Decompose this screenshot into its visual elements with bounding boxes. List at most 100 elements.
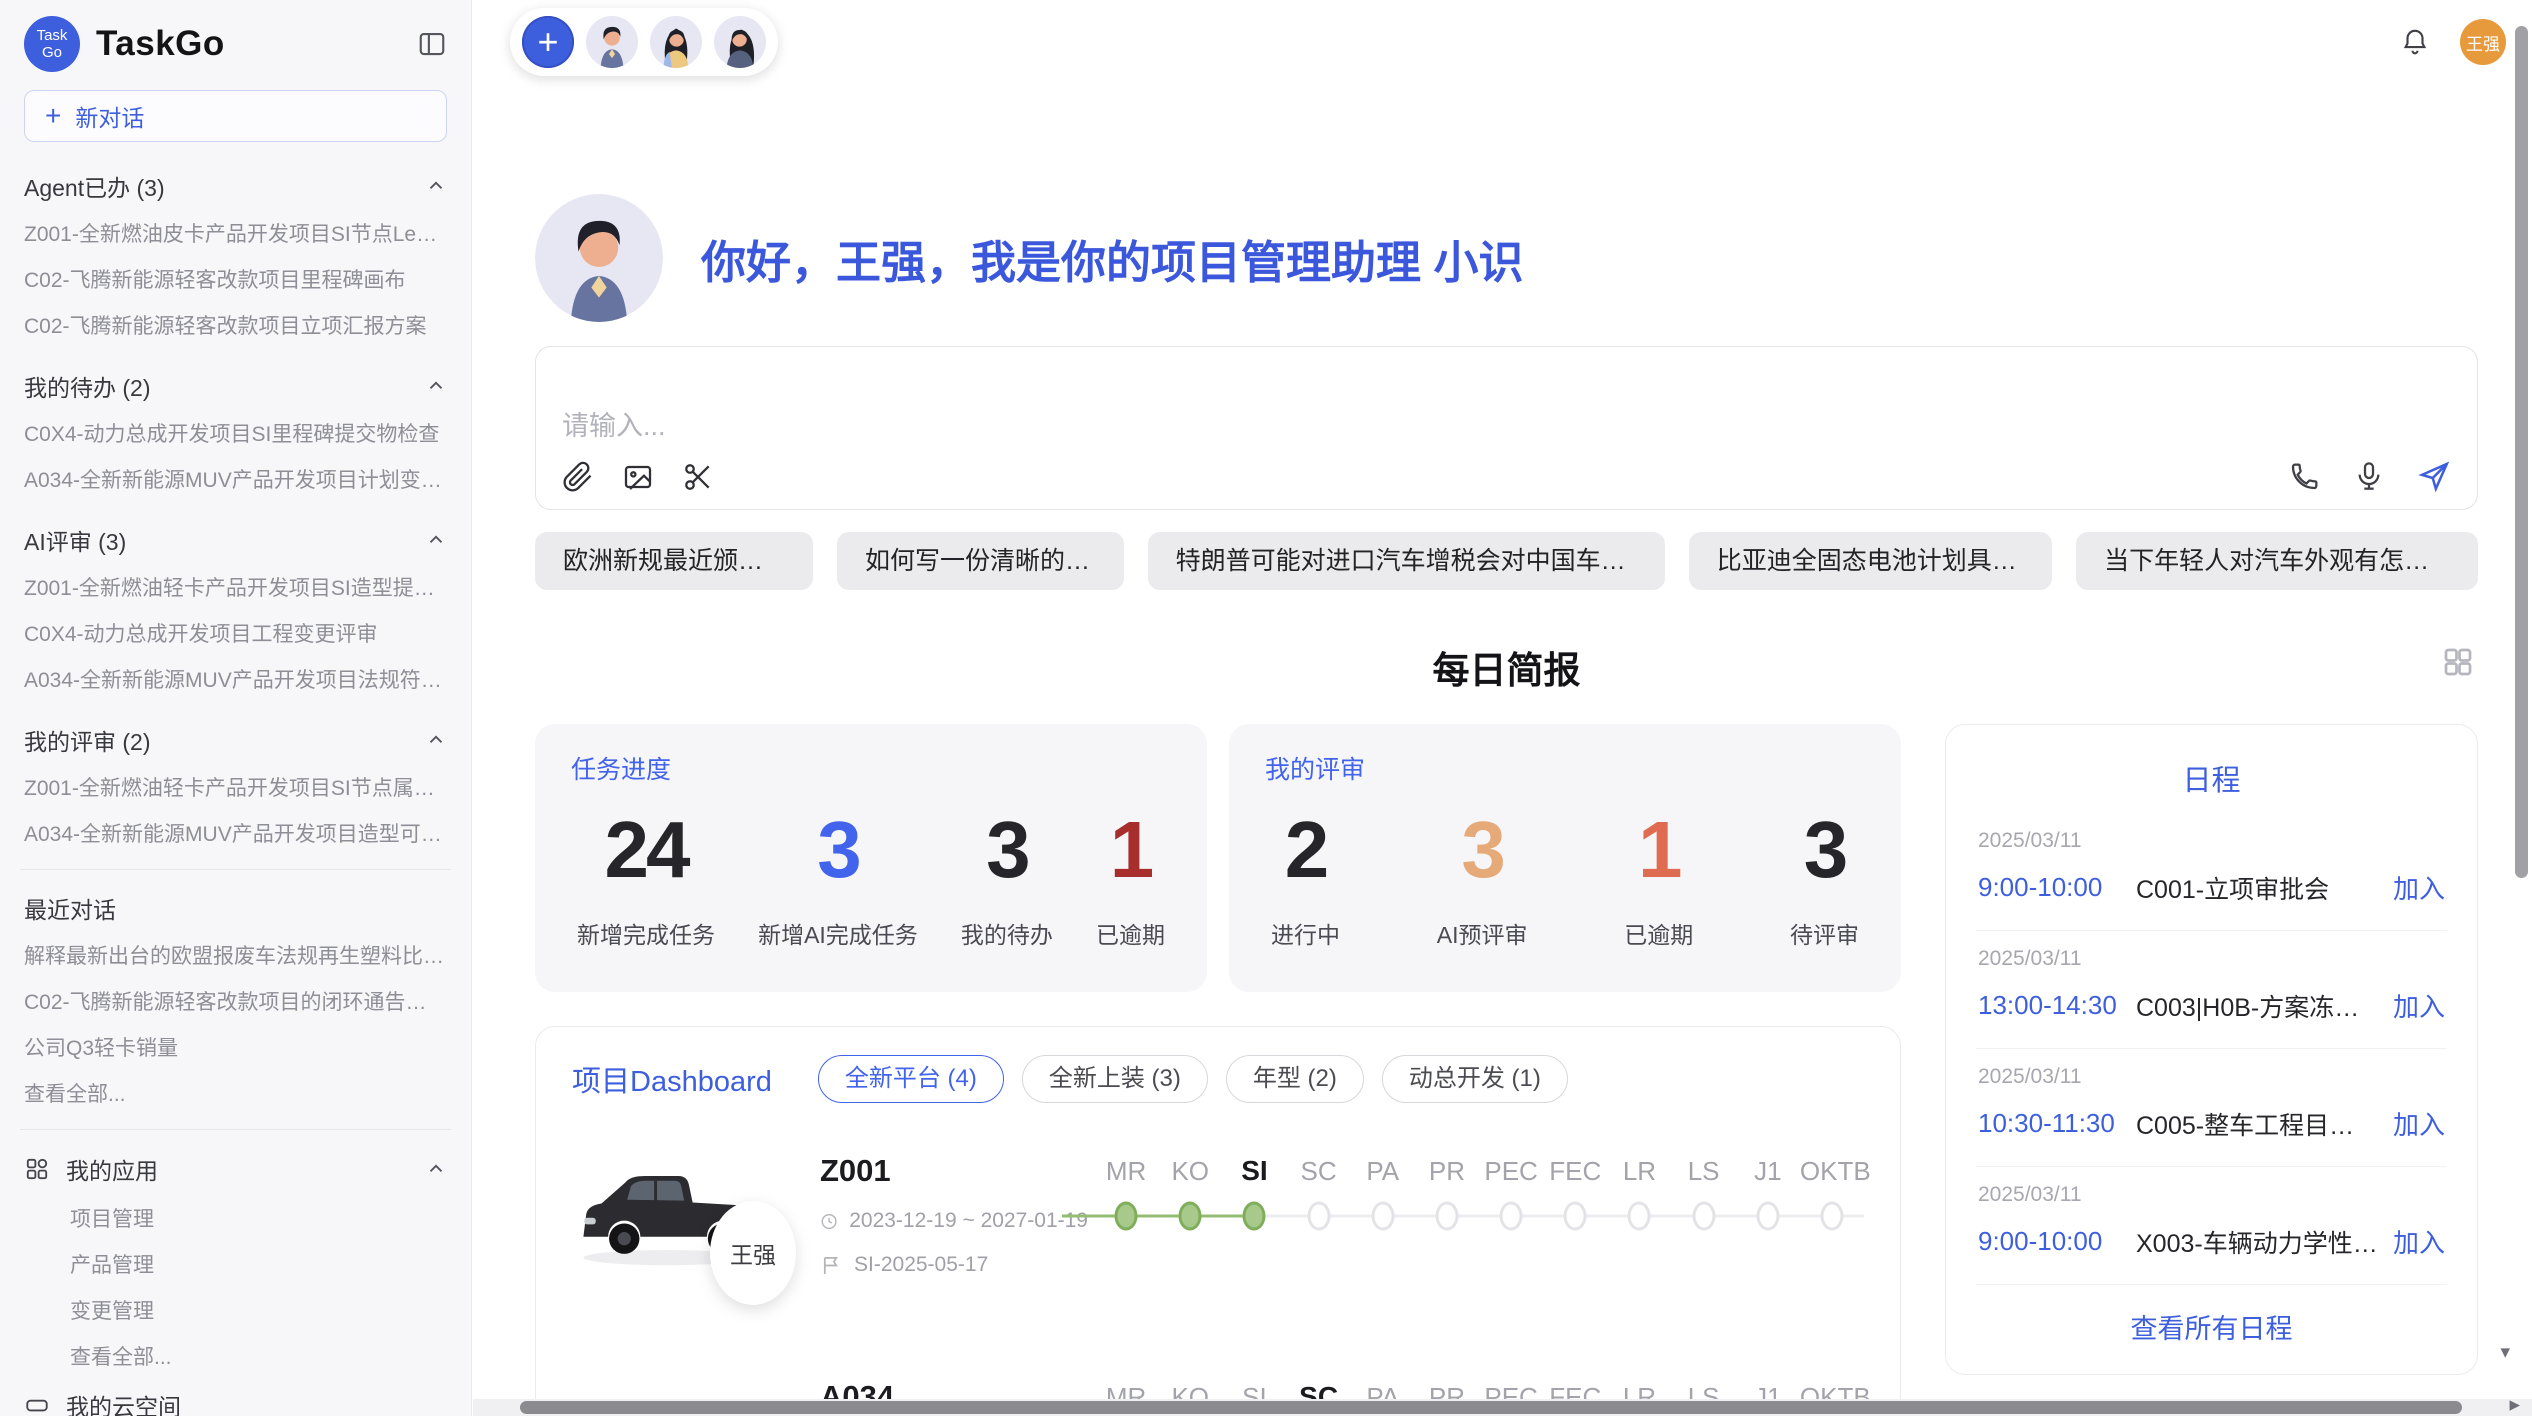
milestone-label: PR (1415, 1151, 1479, 1193)
schedule-item: 2025/03/11 9:00-10:00 X003-车辆动力学性能验... 加… (1976, 1167, 2447, 1285)
project-row-z001[interactable]: 王强 Z001 2023-12-19 ~ 2027-01-19 SI-2025-… (572, 1149, 1864, 1329)
sidebar: Task Go TaskGo + 新对话 Agent已办 (3) Z001-全新… (0, 0, 472, 1416)
user-avatar[interactable]: 王强 (2460, 19, 2506, 65)
suggestion-chip[interactable]: 特朗普可能对进口汽车增税会对中国车企造成哪些影响 (1148, 532, 1665, 590)
greeting-block: 你好，王强，我是你的项目管理助理 小识 (535, 194, 2478, 322)
mic-icon[interactable] (2353, 460, 2385, 492)
suggestion-chip[interactable]: 比亚迪全固态电池计划具体说了什么 (1689, 532, 2052, 590)
stat-value: 3 (961, 808, 1053, 892)
milestone-label: OKTB (1800, 1151, 1864, 1193)
logo-text-1: Task (37, 27, 68, 44)
recent-chat-item[interactable]: 公司Q3轻卡销量 (24, 1024, 447, 1070)
sidebar-item[interactable]: A034-全新新能源MUV产品开发项目造型可行性评审 (24, 810, 447, 856)
milestone-dot (1692, 1202, 1715, 1231)
sidebar-item-cloud-space[interactable]: 我的云空间 (24, 1379, 447, 1416)
milestone-pr: PR (1415, 1151, 1479, 1239)
join-link[interactable]: 加入 (2393, 1105, 2445, 1142)
tab-model-year[interactable]: 年型 (2) (1226, 1055, 1364, 1103)
cloud-icon (24, 1392, 50, 1416)
main-area: + 王强 你好，王强，我是你的项目管理助理 小识 (473, 0, 2532, 1416)
sidebar-item[interactable]: Z001-全新燃油轻卡产品开发项目SI节点属性5D文件评审 (24, 764, 447, 810)
scroll-right-arrow-icon[interactable]: ▸ (2509, 1392, 2520, 1416)
join-link[interactable]: 加入 (2393, 869, 2445, 906)
milestone-si: SI (1222, 1151, 1286, 1239)
briefing-title: 每日简报 (1433, 650, 1581, 691)
agent-avatar-3[interactable] (714, 16, 766, 68)
sidebar-item[interactable]: C02-飞腾新能源轻客改款项目立项汇报方案 (24, 302, 447, 348)
tab-new-body[interactable]: 全新上装 (3) (1022, 1055, 1208, 1103)
view-all-schedule[interactable]: 查看所有日程 (1976, 1285, 2447, 1364)
stat-label: 新增完成任务 (577, 916, 715, 950)
stat-label: 进行中 (1271, 916, 1340, 950)
bell-icon[interactable] (2400, 27, 2430, 57)
stat-label: 已逾期 (1624, 916, 1693, 950)
briefing-body: 任务进度 24 新增完成任务 3 新增AI完成任务 3 (535, 724, 2478, 1416)
chevron-up-icon (425, 375, 447, 397)
scroll-down-arrow-icon[interactable]: ▾ (2500, 1341, 2510, 1364)
schedule-time: 9:00-10:00 (1978, 872, 2136, 903)
app-item-product-mgmt[interactable]: 产品管理 (24, 1241, 447, 1287)
tab-powertrain[interactable]: 动总开发 (1) (1382, 1055, 1568, 1103)
join-link[interactable]: 加入 (2393, 1223, 2445, 1260)
phone-icon[interactable] (2289, 460, 2321, 492)
milestone-dot (1179, 1202, 1202, 1231)
suggestion-chip[interactable]: 当下年轻人对汽车外观有怎样的喜好趋势 (2076, 532, 2478, 590)
sidebar-item-my-apps[interactable]: 我的应用 (24, 1143, 447, 1195)
milestone-dot (1820, 1202, 1843, 1231)
milestone-label: FEC (1543, 1151, 1607, 1193)
left-column: 任务进度 24 新增完成任务 3 新增AI完成任务 3 (535, 724, 1901, 1416)
sidebar-item[interactable]: A034-全新新能源MUV产品开发项目法规符合性评审 (24, 656, 447, 702)
app-logo: Task Go (24, 16, 80, 72)
sidebar-item[interactable]: C02-飞腾新能源轻客改款项目里程碑画布 (24, 256, 447, 302)
app-item-view-all[interactable]: 查看全部... (24, 1333, 447, 1379)
app-item-change-mgmt[interactable]: 变更管理 (24, 1287, 447, 1333)
section-header-agent-done[interactable]: Agent已办 (3) (24, 162, 447, 210)
sidebar-item[interactable]: Z001-全新燃油轻卡产品开发项目SI造型提交物评审 (24, 564, 447, 610)
sidebar-item[interactable]: C0X4-动力总成开发项目SI里程碑提交物检查 (24, 410, 447, 456)
sidebar-item[interactable]: C0X4-动力总成开发项目工程变更评审 (24, 610, 447, 656)
join-link[interactable]: 加入 (2393, 987, 2445, 1024)
card-title: 我的评审 (1265, 750, 1865, 786)
schedule-time: 10:30-11:30 (1978, 1108, 2136, 1139)
agent-avatar-1[interactable] (586, 16, 638, 68)
image-icon[interactable] (622, 461, 654, 493)
milestone-label: MR (1094, 1151, 1158, 1193)
schedule-date: 2025/03/11 (1978, 1065, 2445, 1089)
milestone-label: LS (1672, 1151, 1736, 1193)
divider (20, 1129, 451, 1130)
milestone-dot (1435, 1202, 1458, 1231)
horizontal-scrollbar-track[interactable] (473, 1399, 2532, 1416)
milestone-label: PEC (1479, 1151, 1543, 1193)
recent-chat-item[interactable]: C02-飞腾新能源轻客改款项目的闭环通告反馈情况 (24, 978, 447, 1024)
sidebar-collapse-icon[interactable] (417, 29, 447, 59)
sidebar-item[interactable]: A034-全新新能源MUV产品开发项目计划变更表编写 (24, 456, 447, 502)
sidebar-item[interactable]: Z001-全新燃油皮卡产品开发项目SI节点Lesson Learn报告 (24, 210, 447, 256)
vertical-scrollbar-thumb[interactable] (2515, 26, 2528, 878)
view-all-chats[interactable]: 查看全部... (24, 1070, 447, 1116)
milestone-oktb: OKTB (1800, 1151, 1864, 1239)
recent-chat-item[interactable]: 解释最新出台的欧盟报废车法规再生塑料比例被调至15%... (24, 932, 447, 978)
scissors-icon[interactable] (682, 461, 714, 493)
new-chat-button[interactable]: + 新对话 (24, 90, 447, 142)
tab-new-platform[interactable]: 全新平台 (4) (818, 1055, 1004, 1103)
section-header-ai-review[interactable]: AI评审 (3) (24, 516, 447, 564)
flag-icon (820, 1254, 843, 1277)
project-image: 王强 (572, 1149, 804, 1329)
schedule-name: X003-车辆动力学性能验... (2136, 1224, 2379, 1260)
paperclip-icon[interactable] (562, 461, 594, 493)
suggestion-chip[interactable]: 欧洲新规最近颁布了什么? (535, 532, 813, 590)
milestone-dot (1115, 1202, 1138, 1231)
section-header-my-todo[interactable]: 我的待办 (2) (24, 362, 447, 410)
sidebar-scroll: Agent已办 (3) Z001-全新燃油皮卡产品开发项目SI节点Lesson … (0, 148, 471, 1416)
suggestion-chip[interactable]: 如何写一份清晰的项目周报 (837, 532, 1124, 590)
chat-input[interactable] (562, 405, 2217, 447)
app-item-project-mgmt[interactable]: 项目管理 (24, 1195, 447, 1241)
schedule-name: C001-立项审批会 (2136, 870, 2379, 906)
section-header-my-review[interactable]: 我的评审 (2) (24, 716, 447, 764)
horizontal-scrollbar-thumb[interactable] (520, 1401, 2462, 1414)
grid-icon[interactable] (2440, 644, 2476, 680)
stat-value: 3 (1790, 808, 1859, 892)
add-agent-button[interactable]: + (522, 16, 574, 68)
send-icon[interactable] (2417, 459, 2451, 493)
agent-avatar-2[interactable] (650, 16, 702, 68)
